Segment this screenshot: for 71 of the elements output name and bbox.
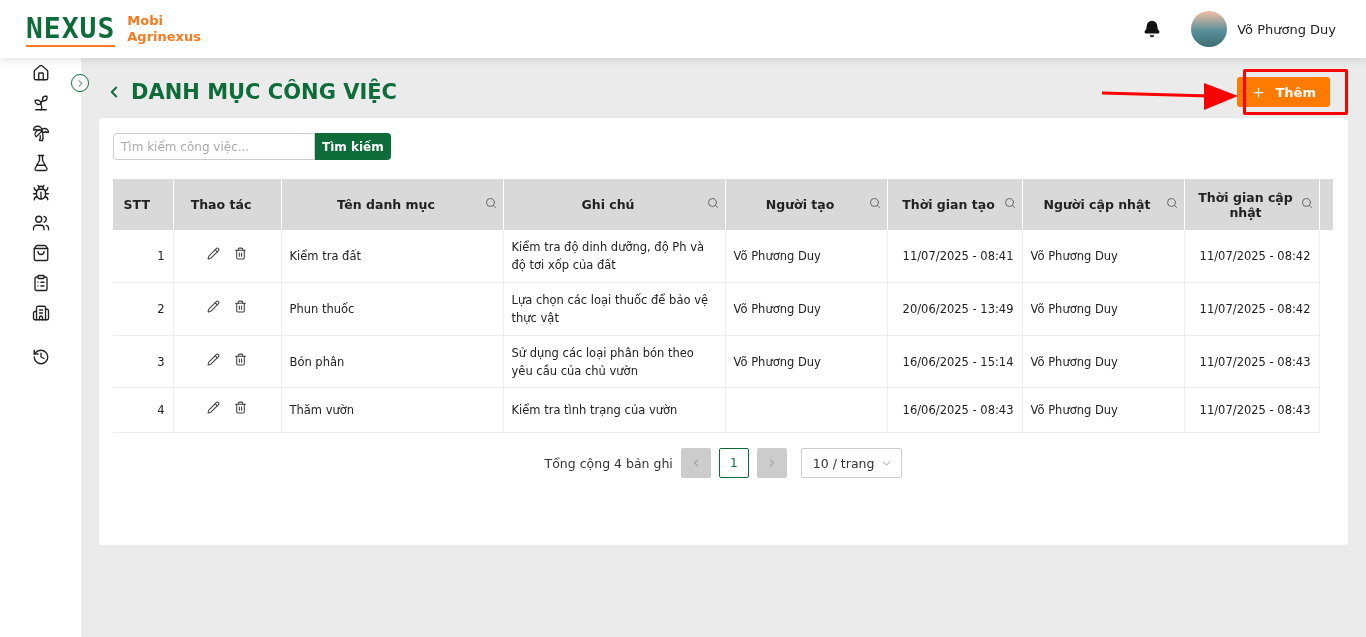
clipboard-icon[interactable] bbox=[31, 274, 50, 292]
search-icon[interactable] bbox=[706, 197, 719, 209]
history-icon[interactable] bbox=[31, 348, 50, 366]
table-cell: 16/06/2025 - 15:14 bbox=[887, 335, 1022, 388]
table-cell: 1 bbox=[113, 230, 173, 283]
building-icon[interactable] bbox=[31, 304, 50, 322]
edit-icon[interactable] bbox=[207, 401, 220, 414]
search-icon[interactable] bbox=[1300, 197, 1313, 209]
column-header: Người tạo bbox=[725, 179, 887, 230]
table-cell: 11/07/2025 - 08:41 bbox=[887, 230, 1022, 283]
table-cell: Võ Phương Duy bbox=[725, 335, 887, 388]
brand-name: Mobi Agrinexus bbox=[127, 13, 201, 45]
flask-icon[interactable] bbox=[31, 154, 50, 172]
sprout-icon[interactable] bbox=[31, 94, 50, 112]
table-cell: 11/07/2025 - 08:43 bbox=[1184, 387, 1319, 433]
column-header: Người cập nhật bbox=[1022, 179, 1184, 230]
column-header: STT bbox=[113, 179, 173, 230]
bell-icon[interactable] bbox=[1143, 20, 1162, 38]
table-cell: 20/06/2025 - 13:49 bbox=[887, 282, 1022, 336]
shopping-bag-icon[interactable] bbox=[31, 244, 50, 262]
search-button[interactable]: Tìm kiếm bbox=[315, 133, 391, 160]
table-cell: Thăm vườn bbox=[281, 387, 503, 433]
column-header: Tên danh mục bbox=[281, 179, 503, 230]
table-cell: Kiểm tra đất bbox=[281, 230, 503, 283]
delete-icon[interactable] bbox=[234, 401, 247, 414]
table-cell: Võ Phương Duy bbox=[1022, 335, 1184, 388]
edit-icon[interactable] bbox=[207, 247, 220, 260]
home-icon[interactable] bbox=[31, 64, 50, 82]
table-cell: Bón phân bbox=[281, 335, 503, 388]
edit-icon[interactable] bbox=[207, 352, 220, 366]
table-cell: Kiểm tra tình trạng của vườn bbox=[503, 387, 725, 433]
table-cell: Võ Phương Duy bbox=[725, 282, 887, 336]
palm-tree-icon[interactable] bbox=[31, 124, 50, 142]
table-cell: 3 bbox=[113, 335, 173, 388]
logo: NEXUS bbox=[26, 11, 116, 47]
page-button[interactable]: 1 bbox=[718, 448, 749, 478]
table-cell: 4 bbox=[113, 387, 173, 433]
table-cell: 2 bbox=[113, 282, 173, 336]
table-cell: Kiểm tra độ dinh dưỡng, độ Ph và độ tơi xốp của đất bbox=[503, 230, 725, 283]
table-cell: Võ Phương Duy bbox=[1022, 230, 1184, 283]
table-cell: 11/07/2025 - 08:42 bbox=[1184, 282, 1319, 336]
table-cell: Võ Phương Duy bbox=[1022, 387, 1184, 433]
table-cell: 11/07/2025 - 08:43 bbox=[1184, 335, 1319, 388]
table-cell: 16/06/2025 - 08:43 bbox=[887, 387, 1022, 433]
column-header: Thời gian cập nhật bbox=[1184, 179, 1319, 230]
search-icon[interactable] bbox=[1165, 197, 1178, 209]
avatar-photo[interactable] bbox=[1191, 11, 1228, 47]
delete-icon[interactable] bbox=[234, 352, 247, 366]
column-header: Thời gian tạo bbox=[887, 179, 1022, 230]
table-cell: 11/07/2025 - 08:42 bbox=[1184, 230, 1319, 283]
table-cell: Phun thuốc bbox=[281, 282, 503, 336]
search-icon[interactable] bbox=[484, 197, 497, 209]
table-cell: Võ Phương Duy bbox=[725, 230, 887, 283]
table-cell: Võ Phương Duy bbox=[1022, 282, 1184, 336]
users-icon[interactable] bbox=[31, 214, 50, 232]
table-cell: Lựa chọn các loại thuốc để bảo vệ thực vật bbox=[503, 282, 725, 336]
total-count: Tổng cộng 4 bản ghi bbox=[544, 455, 673, 471]
column-header: Thao tác bbox=[173, 179, 281, 230]
table-cell: Sử dụng các loại phân bón theo yêu cầu của chủ vườn bbox=[503, 335, 725, 388]
page-size-select[interactable]: 10 / trang bbox=[800, 448, 903, 478]
plus-icon bbox=[1250, 84, 1266, 100]
delete-icon[interactable] bbox=[234, 300, 247, 313]
column-header: Ghi chú bbox=[503, 179, 725, 230]
edit-icon[interactable] bbox=[207, 300, 220, 313]
search-icon[interactable] bbox=[1003, 197, 1016, 209]
search-field[interactable]: Tìm kiếm công việc... bbox=[113, 133, 315, 160]
page-title: DANH MỤC CÔNG VIỆC bbox=[131, 80, 398, 104]
bug-icon[interactable] bbox=[31, 184, 50, 202]
delete-icon[interactable] bbox=[234, 247, 247, 260]
user-name[interactable]: Võ Phương Duy bbox=[1237, 21, 1336, 37]
search-icon[interactable] bbox=[868, 197, 881, 209]
